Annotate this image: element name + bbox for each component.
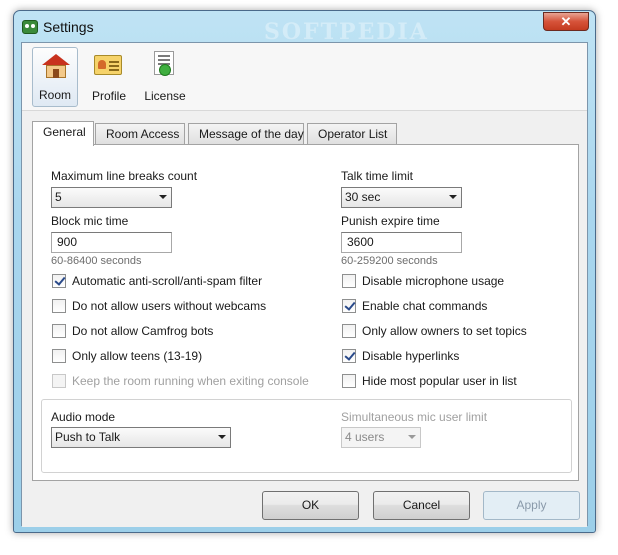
tab-general[interactable]: General xyxy=(32,121,94,146)
max-line-breaks-label: Maximum line breaks count xyxy=(51,169,198,183)
block-mic-input[interactable]: 900 xyxy=(51,232,172,253)
settings-window: Settings SOFTPEDIA ✕ Room Profile Licens… xyxy=(13,10,596,533)
checkbox-box[interactable] xyxy=(342,299,356,313)
punish-expire-input[interactable]: 3600 xyxy=(341,232,462,253)
max-line-breaks-value: 5 xyxy=(55,190,62,204)
punish-expire-hint: 60-259200 seconds xyxy=(341,255,438,267)
tab-message-of-the-day[interactable]: Message of the day xyxy=(188,123,304,145)
room-icon xyxy=(42,54,70,78)
checkbox-box[interactable] xyxy=(52,299,66,313)
chevron-down-icon xyxy=(408,435,416,439)
profile-icon xyxy=(94,55,122,75)
talk-time-label: Talk time limit xyxy=(341,169,414,183)
checkbox-box[interactable] xyxy=(52,324,66,338)
chevron-down-icon xyxy=(449,195,457,199)
checkbox-box xyxy=(52,374,66,388)
sim-mic-select: 4 users xyxy=(341,427,421,448)
punish-expire-label: Punish expire time xyxy=(341,214,440,228)
toolbar-license-label: License xyxy=(144,89,186,103)
chevron-down-icon xyxy=(159,195,167,199)
anti-spam-label: Automatic anti-scroll/anti-spam filter xyxy=(72,274,263,288)
title-bar[interactable]: Settings SOFTPEDIA ✕ xyxy=(14,11,595,45)
sim-mic-value: 4 users xyxy=(345,430,385,444)
checkbox-box[interactable] xyxy=(52,274,66,288)
toolbar-room-label: Room xyxy=(38,88,71,102)
disable-microphone-label: Disable microphone usage xyxy=(362,274,505,288)
only-teens-label: Only allow teens (13-19) xyxy=(72,349,203,363)
talk-time-select[interactable]: 30 sec xyxy=(341,187,462,208)
audio-mode-select[interactable]: Push to Talk xyxy=(51,427,231,448)
audio-mode-value: Push to Talk xyxy=(55,430,121,444)
tab-operator-list[interactable]: Operator List xyxy=(307,123,397,145)
ok-button[interactable]: OK xyxy=(262,491,359,520)
category-toolbar: Room Profile License xyxy=(22,43,587,111)
keep-room-running-label: Keep the room running when exiting conso… xyxy=(72,374,309,388)
block-mic-hint: 60-86400 seconds xyxy=(51,255,142,267)
audio-mode-label: Audio mode xyxy=(51,410,116,424)
toolbar-room-button[interactable]: Room xyxy=(32,47,78,107)
checkbox-box[interactable] xyxy=(342,374,356,388)
cancel-button[interactable]: Cancel xyxy=(373,491,470,520)
talk-time-value: 30 sec xyxy=(345,190,381,204)
camfrog-app-icon xyxy=(22,20,38,34)
general-panel: Maximum line breaks count 5 Talk time li… xyxy=(32,144,579,481)
close-button[interactable]: ✕ xyxy=(543,12,589,31)
window-title: Settings xyxy=(43,19,94,35)
chevron-down-icon xyxy=(218,435,226,439)
checkbox-box[interactable] xyxy=(52,349,66,363)
toolbar-profile-button[interactable]: Profile xyxy=(86,47,132,107)
owners-set-topics-label: Only allow owners to set topics xyxy=(362,324,527,338)
checkbox-box[interactable] xyxy=(342,274,356,288)
sim-mic-label: Simultaneous mic user limit xyxy=(341,410,488,424)
license-icon xyxy=(154,51,174,76)
enable-chat-commands-label: Enable chat commands xyxy=(362,299,488,313)
hide-popular-user-label: Hide most popular user in list xyxy=(362,374,517,388)
checkbox-box[interactable] xyxy=(342,349,356,363)
no-camfrog-bots-label: Do not allow Camfrog bots xyxy=(72,324,214,338)
apply-button: Apply xyxy=(483,491,580,520)
checkbox-box[interactable] xyxy=(342,324,356,338)
disable-hyperlinks-label: Disable hyperlinks xyxy=(362,349,460,363)
button-bar: OK Cancel Apply xyxy=(22,481,587,527)
toolbar-profile-label: Profile xyxy=(91,89,126,103)
audio-group: Audio mode Push to Talk Simultaneous mic… xyxy=(41,399,572,473)
tab-room-access[interactable]: Room Access xyxy=(95,123,185,145)
max-line-breaks-select[interactable]: 5 xyxy=(51,187,172,208)
no-webcam-users-label: Do not allow users without webcams xyxy=(72,299,267,313)
toolbar-license-button[interactable]: License xyxy=(142,47,188,107)
block-mic-label: Block mic time xyxy=(51,214,129,228)
client-area: Room Profile License General Room Access… xyxy=(21,42,588,527)
